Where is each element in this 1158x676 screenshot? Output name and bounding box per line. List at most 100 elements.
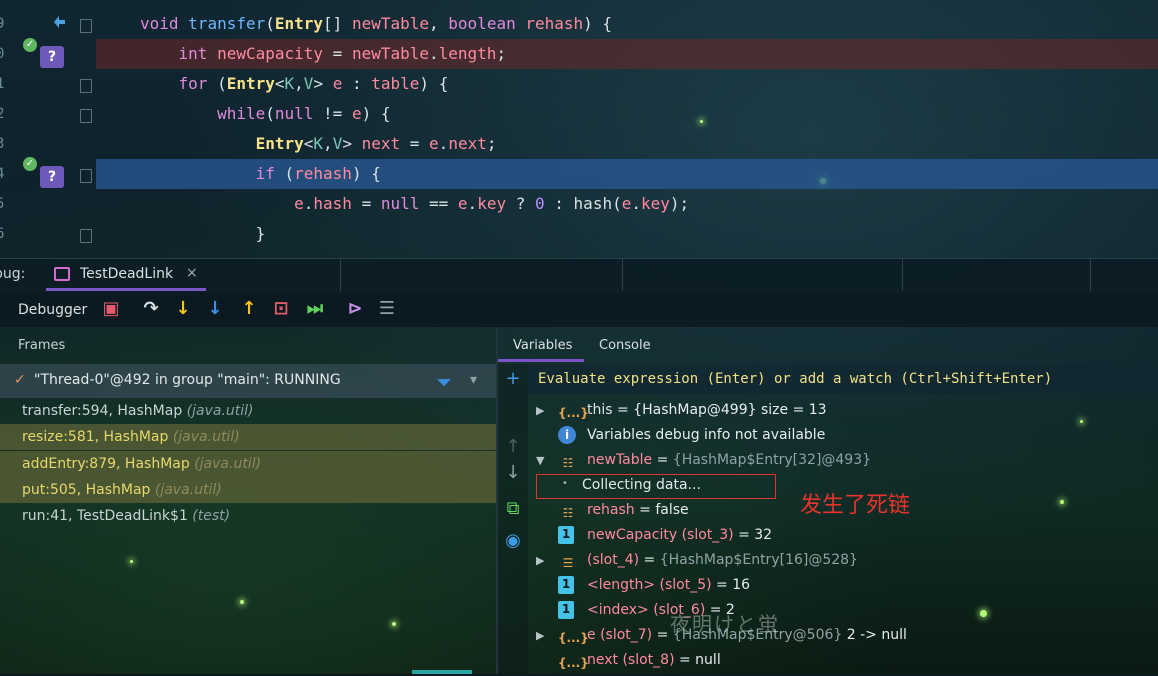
line-number: 1: [0, 76, 5, 92]
code-token: ,: [323, 134, 333, 153]
restore-layout-icon[interactable]: ▣: [100, 298, 122, 320]
expand-arrow-icon[interactable]: ▶: [536, 623, 544, 648]
copy-icon[interactable]: ⧉: [502, 498, 524, 520]
thread-selector[interactable]: ✓ "Thread-0"@492 in group "main": RUNNIN…: [0, 364, 496, 398]
filter-icon[interactable]: ⏷: [436, 370, 452, 394]
frame-row[interactable]: resize:581, HashMap (java.util): [0, 424, 496, 450]
frame-row[interactable]: transfer:594, HashMap (java.util): [0, 398, 496, 424]
fold-marker-icon[interactable]: [80, 169, 92, 183]
breakpoint-badge[interactable]: ?: [40, 166, 64, 188]
code-token: null: [380, 194, 420, 213]
code-token: int: [178, 44, 218, 63]
variable-row[interactable]: 1 newCapacity (slot_3) = 32: [528, 523, 1158, 548]
evaluate-expression-input[interactable]: Evaluate expression (Enter) or add a wat…: [528, 364, 1158, 394]
tab-debugger[interactable]: Debugger: [18, 302, 87, 318]
variable-row: i Variables debug info not available: [528, 423, 1158, 448]
tab-close-icon[interactable]: ×: [186, 265, 198, 281]
fold-marker-icon[interactable]: [80, 229, 92, 243]
code-token: :: [342, 74, 372, 93]
code-token: rehash: [294, 164, 352, 183]
line-number: 5: [0, 196, 5, 212]
evaluate-expression-icon[interactable]: ⊳: [344, 298, 366, 320]
variable-row[interactable]: ▶ ☰ (slot_4) = {HashMap$Entry[16]@528}: [528, 548, 1158, 573]
collapse-arrow-icon[interactable]: ▼: [536, 448, 544, 473]
line-number: 0: [0, 46, 5, 62]
code-token: .: [438, 134, 449, 153]
code-token: for: [178, 74, 218, 93]
trace-current-stream-icon[interactable]: ☰: [376, 298, 398, 320]
fold-marker-icon[interactable]: [80, 109, 92, 123]
code-line[interactable]: Entry<K,V> next = e.next;: [96, 129, 1158, 159]
tree-leaf-dot-icon: •: [562, 478, 568, 489]
move-up-icon[interactable]: ↑: [502, 436, 524, 458]
line-number: 3: [0, 136, 5, 152]
code-editor[interactable]: 9 0 1 2 3 4 5 6 ✓ ? ✓ ? void transfer(En…: [0, 0, 1158, 256]
code-token: ,: [429, 14, 449, 33]
tab-variables[interactable]: Variables: [513, 338, 572, 353]
code-line[interactable]: for (Entry<K,V> e : table) {: [96, 69, 1158, 99]
code-token: hash: [313, 194, 352, 213]
frame-row[interactable]: run:41, TestDeadLink$1 (test): [0, 503, 496, 529]
collecting-data-label: Collecting data...: [582, 477, 701, 493]
divider: [622, 259, 623, 291]
variable-row[interactable]: 1 <index> (slot_6) = 2: [528, 598, 1158, 623]
code-token: .: [467, 194, 478, 213]
code-token: V: [332, 134, 343, 153]
breakpoint-check-icon[interactable]: ✓: [23, 157, 37, 171]
frame-row[interactable]: addEntry:879, HashMap (java.util): [0, 451, 496, 477]
code-token: .: [303, 194, 314, 213]
code-token: void: [140, 14, 189, 33]
force-step-into-icon[interactable]: ↓: [204, 298, 226, 320]
divider: [340, 259, 341, 291]
code-token: []: [323, 14, 352, 33]
code-token: =: [400, 134, 430, 153]
method-overrides-icon[interactable]: [50, 12, 68, 30]
frame-row[interactable]: put:505, HashMap (java.util): [0, 477, 496, 503]
code-line[interactable]: void transfer(Entry[] newTable, boolean …: [96, 9, 1158, 39]
step-into-icon[interactable]: ↓: [172, 298, 194, 320]
tab-test-dead-link[interactable]: TestDeadLink: [80, 266, 173, 282]
expand-arrow-icon[interactable]: ▶: [536, 548, 544, 573]
resume-program-icon[interactable]: ⏭: [304, 298, 326, 320]
step-out-icon[interactable]: ↑: [238, 298, 260, 320]
array-icon: ☷: [562, 456, 574, 470]
show-values-eye-icon[interactable]: ◉: [502, 530, 524, 552]
line-number: 2: [0, 106, 5, 122]
code-line[interactable]: if (rehash) {: [96, 159, 1158, 189]
code-token: e: [294, 194, 304, 213]
code-line[interactable]: while(null != e) {: [96, 99, 1158, 129]
code-token: ,: [294, 74, 304, 93]
code-token: ) {: [361, 104, 391, 123]
variable-row[interactable]: ▼ ☷ newTable = {HashMap$Entry[32]@493}: [528, 448, 1158, 473]
chevron-down-icon[interactable]: ▾: [470, 372, 477, 388]
code-token: Entry: [274, 14, 324, 33]
step-over-icon[interactable]: ↷: [140, 298, 162, 320]
run-to-cursor-icon[interactable]: ⊡: [270, 298, 292, 320]
code-token: next: [448, 134, 487, 153]
variable-row[interactable]: {...} next (slot_8) = null: [528, 648, 1158, 673]
variable-row[interactable]: ▶ {...} this = {HashMap@499} size = 13: [528, 398, 1158, 423]
code-token: Entry: [226, 74, 275, 93]
add-watch-icon[interactable]: +: [502, 368, 524, 390]
code-line[interactable]: e.hash = null == e.key ? 0 : hash(e.key)…: [96, 189, 1158, 219]
code-token: e: [429, 134, 439, 153]
variable-row[interactable]: 1 <length> (slot_5) = 16: [528, 573, 1158, 598]
fold-marker-icon[interactable]: [80, 19, 92, 33]
code-line[interactable]: }: [96, 219, 1158, 249]
debug-panel-label: bug:: [0, 266, 26, 282]
code-token: =: [323, 44, 352, 63]
breakpoint-badge[interactable]: ?: [40, 46, 64, 68]
wallpaper-watermark: 夜明けと蛍: [670, 612, 780, 636]
tab-console[interactable]: Console: [599, 338, 651, 353]
breakpoint-check-icon[interactable]: ✓: [23, 38, 37, 52]
fold-marker-icon[interactable]: [80, 79, 92, 93]
expand-arrow-icon[interactable]: ▶: [536, 398, 544, 423]
code-token: (: [217, 74, 227, 93]
code-token: key: [641, 194, 670, 213]
code-line[interactable]: int newCapacity = newTable.length;: [96, 39, 1158, 69]
code-token: (: [265, 14, 275, 33]
variable-row[interactable]: ▶ {...} e (slot_7) = {HashMap$Entry@506}…: [528, 623, 1158, 648]
move-down-icon[interactable]: ↓: [502, 462, 524, 484]
